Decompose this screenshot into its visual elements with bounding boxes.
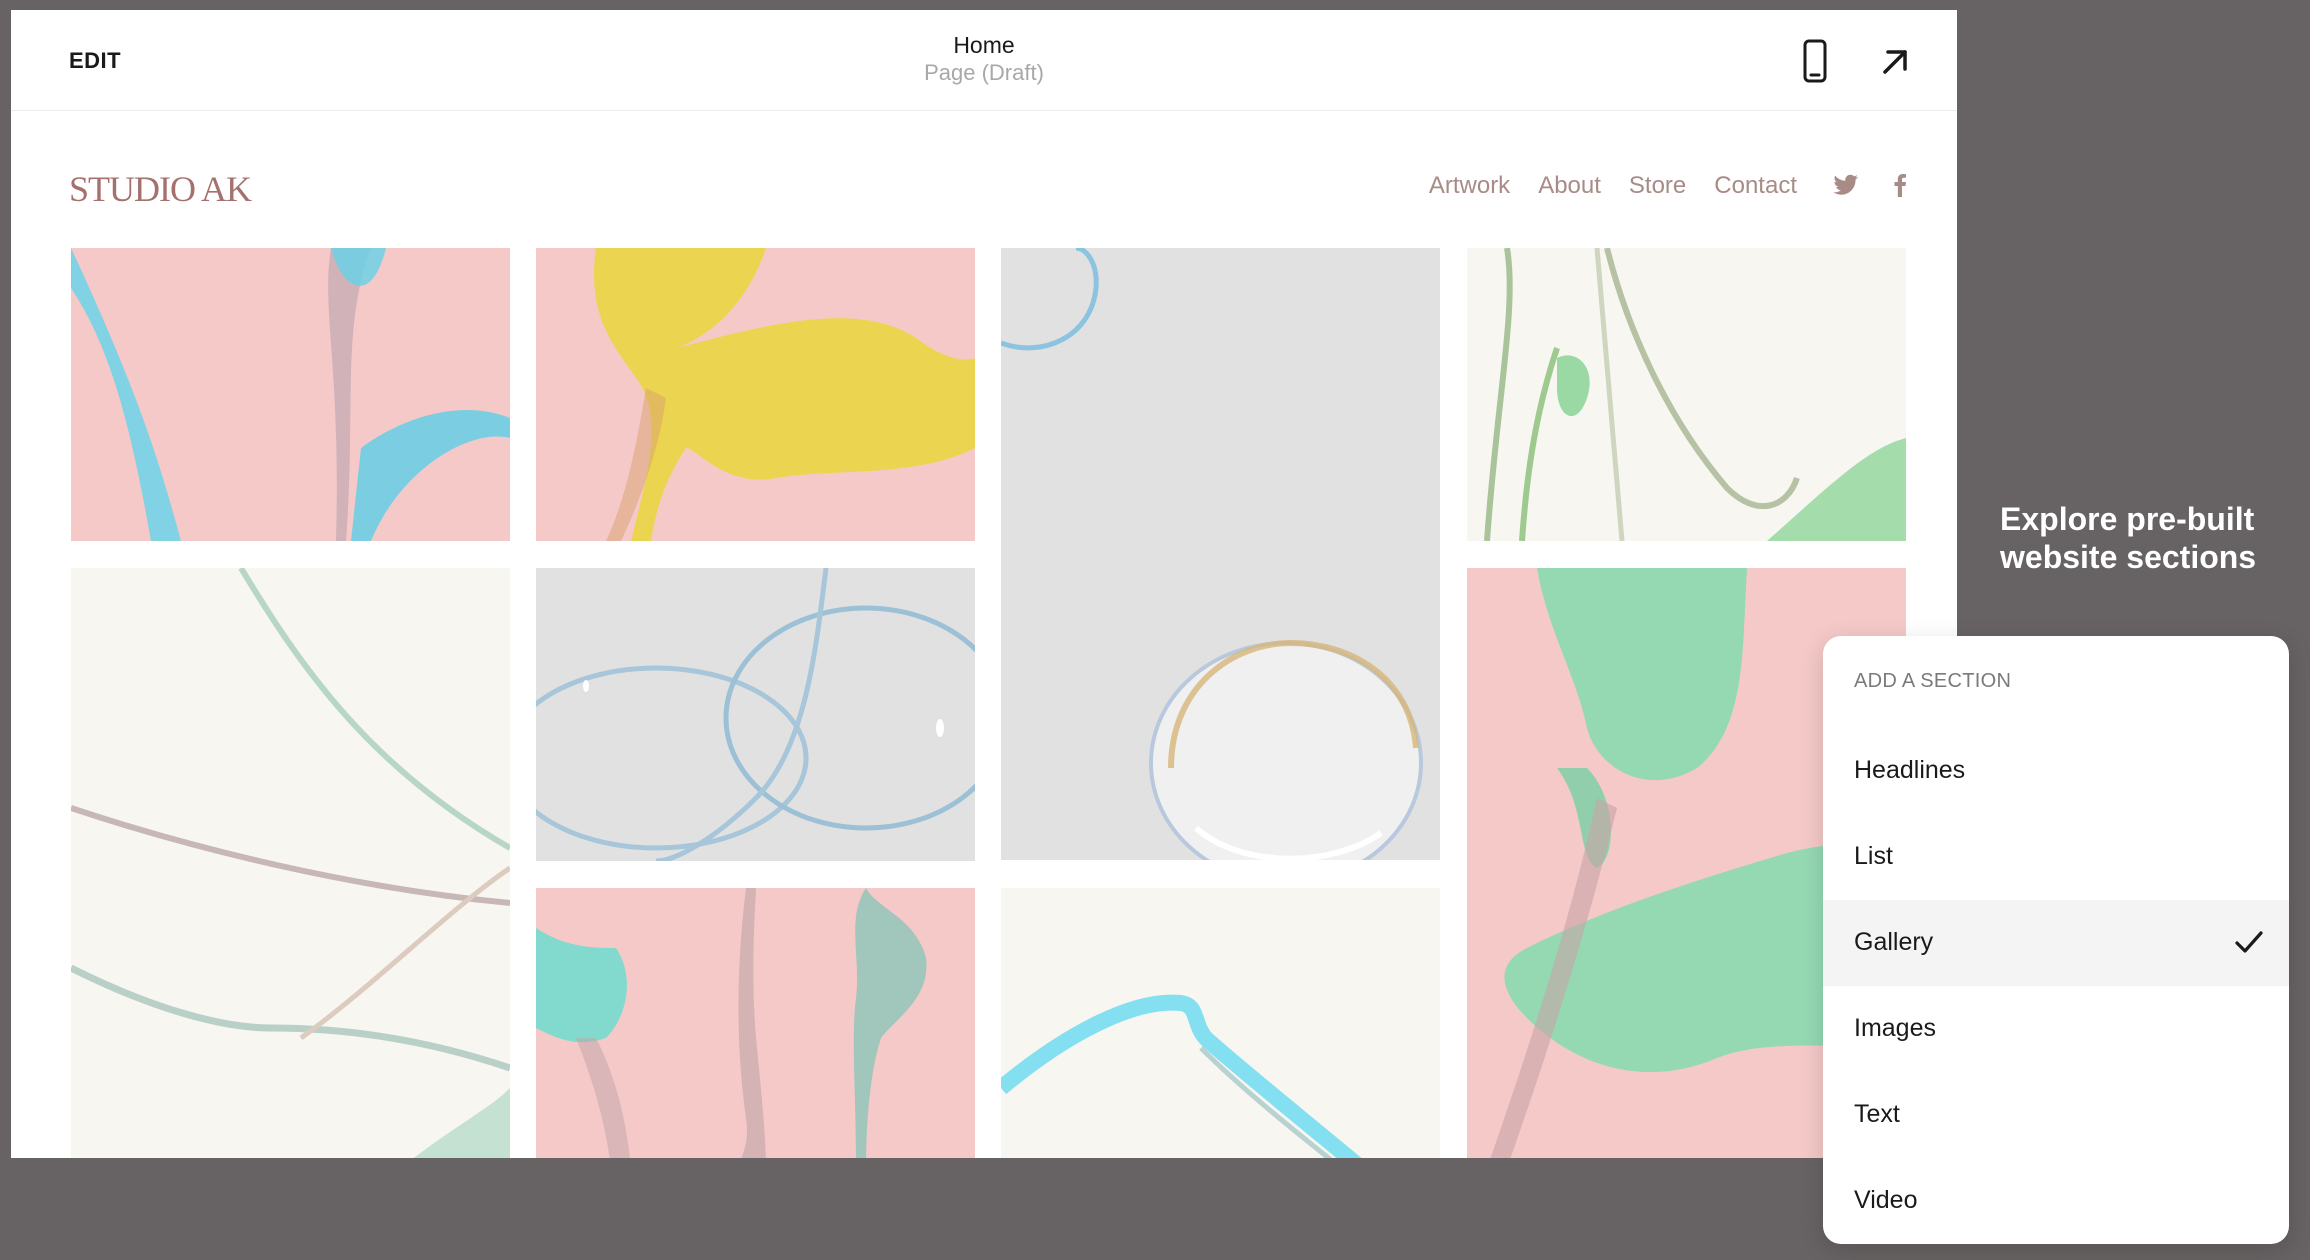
page-title: Home [953,32,1015,58]
editor-toolbar: EDIT Home Page (Draft) [11,10,1957,111]
gallery-image[interactable] [1467,248,1906,541]
gallery-image[interactable] [71,568,510,1158]
promo-text: Explore pre-built website sections [2000,500,2290,576]
section-option-list[interactable]: List [1823,814,2289,900]
section-option-gallery[interactable]: Gallery [1823,900,2289,986]
gallery-image[interactable] [536,888,975,1158]
option-label: Gallery [1854,928,1934,956]
nav-store[interactable]: Store [1629,172,1686,200]
option-label: List [1854,842,1893,870]
gallery-image[interactable] [1001,888,1440,1158]
facebook-icon[interactable] [1885,170,1915,200]
gallery-image[interactable] [71,248,510,541]
mobile-preview-icon[interactable] [1793,38,1837,86]
page-status: Page (Draft) [924,60,1044,85]
option-label: Text [1854,1100,1900,1128]
checkmark-icon [2233,926,2265,958]
site-nav: Artwork About Store Contact [1429,172,1797,200]
option-label: Images [1854,1014,1936,1042]
site-header: STUDIO AK Artwork About Store Contact [11,110,1957,258]
twitter-icon[interactable] [1831,170,1861,200]
section-option-headlines[interactable]: Headlines [1823,728,2289,814]
nav-about[interactable]: About [1538,172,1601,200]
option-label: Video [1854,1186,1918,1214]
editor-window: EDIT Home Page (Draft) STUDIO AK Artwork… [11,10,1957,1158]
section-option-text[interactable]: Text [1823,1072,2289,1158]
section-option-images[interactable]: Images [1823,986,2289,1072]
gallery-image[interactable] [536,248,975,541]
gallery-image[interactable] [536,568,975,861]
panel-heading: ADD A SECTION [1854,670,2012,692]
option-label: Headlines [1854,756,1966,784]
site-logo[interactable]: STUDIO AK [69,168,252,210]
nav-artwork[interactable]: Artwork [1429,172,1510,200]
promo-line-2: website sections [2000,539,2257,575]
nav-contact[interactable]: Contact [1714,172,1797,200]
add-section-panel: ADD A SECTION Headlines List Gallery Ima… [1823,636,2289,1244]
section-option-video[interactable]: Video [1823,1158,2289,1244]
gallery-image[interactable] [1001,248,1440,860]
open-external-icon[interactable] [1873,40,1917,84]
promo-line-1: Explore pre-built [2000,501,2255,537]
